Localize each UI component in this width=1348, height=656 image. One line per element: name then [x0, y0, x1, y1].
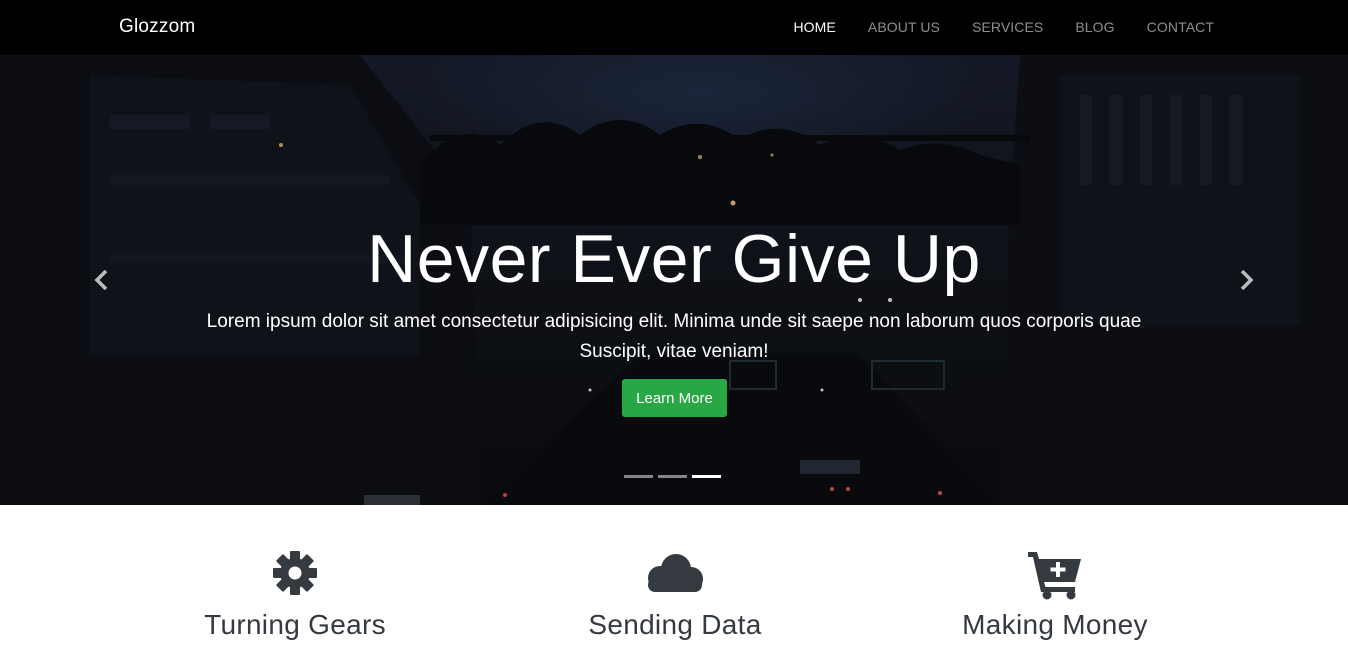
nav-menu: HOME ABOUT US SERVICES BLOG CONTACT [761, 19, 1214, 35]
navbar: Glozzom HOME ABOUT US SERVICES BLOG CONT… [0, 0, 1348, 55]
learn-more-button[interactable]: Learn More [622, 379, 727, 417]
hero-carousel: Never Ever Give Up Lorem ipsum dolor sit… [0, 55, 1348, 505]
feature-label: Making Money [962, 609, 1148, 640]
nav-item-home[interactable]: HOME [793, 19, 835, 35]
features-section: Turning Gears Sending Data Making Money [0, 505, 1348, 656]
carousel-indicator[interactable] [692, 475, 721, 478]
carousel-indicator[interactable] [624, 475, 653, 478]
carousel-indicators [624, 475, 726, 478]
nav-item-contact[interactable]: CONTACT [1147, 19, 1214, 35]
gear-icon [273, 551, 317, 595]
brand-logo[interactable]: Glozzom [119, 16, 195, 38]
feature-label: Turning Gears [204, 609, 386, 640]
hero-description: Lorem ipsum dolor sit amet consectetur a… [206, 311, 1142, 362]
nav-item-about-us[interactable]: ABOUT US [868, 19, 940, 35]
cart-plus-icon [1028, 552, 1081, 600]
cloud-icon [648, 554, 703, 592]
nav-item-blog[interactable]: BLOG [1075, 19, 1114, 35]
nav-item-services[interactable]: SERVICES [972, 19, 1043, 35]
feature-label: Sending Data [588, 609, 762, 640]
carousel-indicator[interactable] [658, 475, 687, 478]
hero-title: Never Ever Give Up [367, 221, 981, 297]
